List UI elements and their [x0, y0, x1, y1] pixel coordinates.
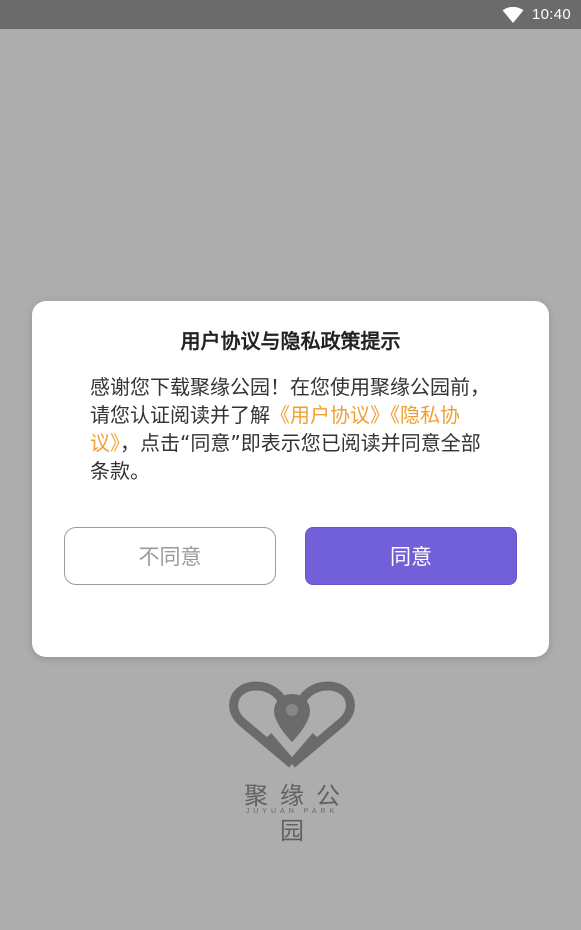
dialog-body-text-2: ，点击“同意”即表示您已阅读并同意全部条款。	[90, 431, 481, 483]
wifi-icon	[502, 6, 524, 23]
disagree-button[interactable]: 不同意	[64, 527, 276, 585]
status-time: 10:40	[531, 6, 571, 23]
user-agreement-link[interactable]: 《用户协议》	[270, 403, 390, 427]
privacy-dialog: 用户协议与隐私政策提示 感谢您下载聚缘公园！在您使用聚缘公园前，请您认证阅读并了…	[32, 301, 549, 657]
status-bar: 10:40	[0, 0, 581, 29]
dialog-body: 感谢您下载聚缘公园！在您使用聚缘公园前，请您认证阅读并了解《用户协议》《隐私协议…	[90, 373, 500, 485]
agree-button[interactable]: 同意	[305, 527, 517, 585]
dialog-title: 用户协议与隐私政策提示	[180, 329, 401, 353]
screen: 10:40 聚缘公园 JUYUAN PARK 用户协议与隐私政策提示 感谢您下载…	[0, 0, 581, 930]
